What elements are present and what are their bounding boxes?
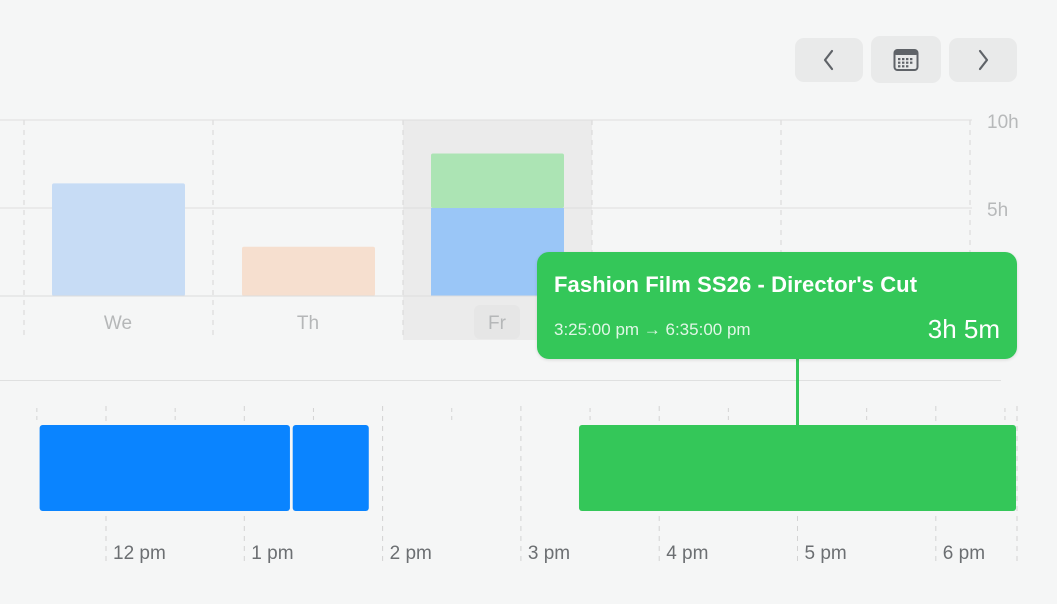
- entry-green[interactable]: [578, 425, 1017, 511]
- hour-label: 1 pm: [251, 543, 293, 564]
- hour-label: 12 pm: [113, 543, 166, 564]
- tooltip-duration: 3h 5m: [927, 314, 1000, 344]
- tooltip-connector: [796, 359, 799, 426]
- tooltip-title: Fashion Film SS26 - Director's Cut: [554, 272, 918, 297]
- entry-blue-1[interactable]: [39, 425, 290, 511]
- hour-label: 4 pm: [666, 543, 708, 564]
- hour-label: 2 pm: [390, 543, 432, 564]
- hour-label: 5 pm: [805, 543, 847, 564]
- entry-tooltip[interactable]: Fashion Film SS26 - Director's Cut 3:25:…: [537, 252, 1017, 359]
- hour-label: 6 pm: [943, 543, 985, 564]
- hour-label: 3 pm: [528, 543, 570, 564]
- entry-blue-2[interactable]: [292, 425, 369, 511]
- tooltip-time-range: 3:25:00 pm → 6:35:00 pm: [554, 320, 751, 339]
